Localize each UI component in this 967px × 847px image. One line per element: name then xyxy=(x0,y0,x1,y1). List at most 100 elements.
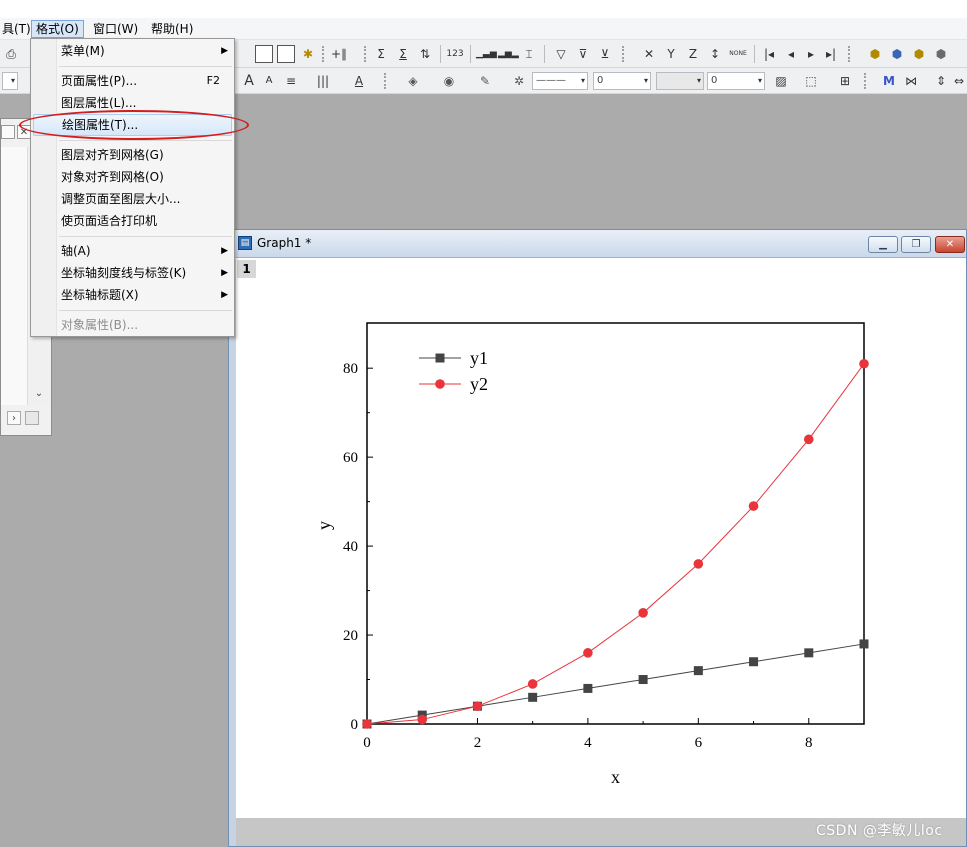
series-line-y1 xyxy=(366,643,865,725)
close-button[interactable]: ✕ xyxy=(935,236,965,253)
grid-icon[interactable]: ⊞ xyxy=(836,72,854,90)
color-dropdown[interactable]: ▾ xyxy=(656,72,704,90)
filter-clear-icon[interactable]: ⊽ xyxy=(574,45,592,63)
merge-icon[interactable]: M xyxy=(880,72,898,90)
toolbar-grip[interactable] xyxy=(322,46,328,62)
data-point-y2 xyxy=(859,358,869,369)
menu-separator xyxy=(59,66,232,67)
data-point-y2 xyxy=(638,608,648,618)
chevron-down-icon[interactable]: ⌄ xyxy=(32,387,46,401)
menu-item-label: 页面属性(P)... xyxy=(61,74,138,88)
hatch-icon[interactable]: ▨ xyxy=(772,72,790,90)
worksheet-icon[interactable] xyxy=(255,45,273,63)
filter-options-icon[interactable]: ⊻ xyxy=(596,45,614,63)
menu-item-object-properties: 对象属性(B)... xyxy=(33,314,232,336)
graph-title-bar[interactable]: ▤ Graph1 * ▁ ❐ ✕ xyxy=(229,230,966,258)
prev-page-icon[interactable]: ◂ xyxy=(782,45,800,63)
align-icon[interactable]: ≡ xyxy=(282,72,300,90)
graph-window-title: Graph1 * xyxy=(257,236,312,250)
font-dropdown[interactable]: ▾ xyxy=(2,72,18,90)
toolbar-grip[interactable] xyxy=(864,73,870,89)
add-layer-icon[interactable]: +∥ xyxy=(330,45,348,63)
fill-color-icon[interactable]: ◈ xyxy=(404,72,422,90)
set-z-icon[interactable]: Z xyxy=(684,45,702,63)
menu-item-label: 图层属性(L)... xyxy=(61,96,137,110)
toolbar-separator xyxy=(440,45,441,63)
app-tool-icon[interactable]: ⬢ xyxy=(910,45,928,63)
line-style-dropdown[interactable]: ——— ▾ xyxy=(532,72,588,90)
font-color-icon[interactable]: A xyxy=(350,72,368,90)
menu-item-label: 调整页面至图层大小... xyxy=(61,192,181,206)
menu-item-axis-ticks-labels[interactable]: 坐标轴刻度线与标签(K) ▶ xyxy=(33,262,232,284)
chevron-right-icon[interactable]: › xyxy=(7,411,21,425)
settings-gear-icon[interactable]: ✱ xyxy=(299,45,317,63)
x-tick-label: 6 xyxy=(695,735,703,751)
panel-toggle-button[interactable] xyxy=(1,125,15,139)
toolbar-separator xyxy=(754,45,755,63)
toolbar-grip[interactable] xyxy=(364,46,370,62)
sum-icon[interactable]: Σ xyxy=(372,45,390,63)
app-tool-icon[interactable]: ⬢ xyxy=(888,45,906,63)
menu-tools[interactable]: 具(T) xyxy=(0,20,35,38)
menu-item-fit-page-to-printer[interactable]: 使页面适合打印机 xyxy=(33,210,232,232)
line-color-icon[interactable]: ✎ xyxy=(476,72,494,90)
bar-chart-icon[interactable]: ▁▃▅ xyxy=(476,45,497,63)
menu-item-menu[interactable]: 菜单(M) ▶ xyxy=(33,40,232,62)
x-tick-label: 8 xyxy=(805,735,813,751)
next-page-icon[interactable]: ▸ xyxy=(802,45,820,63)
pattern-width-dropdown[interactable]: 0 ▾ xyxy=(707,72,765,90)
plot-area[interactable]: 0 2 4 6 8 0 20 40 60 80 x y y1 y2 xyxy=(306,310,886,790)
split-icon[interactable]: ⋈ xyxy=(902,72,920,90)
app-tool-icon[interactable]: ⬢ xyxy=(866,45,884,63)
layer-number-badge[interactable]: 1 xyxy=(237,260,256,278)
pattern-icon[interactable]: ◉ xyxy=(440,72,458,90)
column-chart-icon[interactable]: ▂▅▂ xyxy=(498,45,519,63)
set-column-values-icon[interactable]: 123 xyxy=(446,45,464,63)
x-axis-label: x xyxy=(611,767,620,787)
data-point-y2 xyxy=(527,679,538,689)
toolbar-grip[interactable] xyxy=(384,73,390,89)
menu-window[interactable]: 窗口(W) xyxy=(89,20,142,38)
menu-help[interactable]: 帮助(H) xyxy=(147,20,197,38)
set-y-icon[interactable]: Y xyxy=(662,45,680,63)
app-tool-icon[interactable]: ⬢ xyxy=(932,45,950,63)
vertical-align-icon[interactable]: ⇕ xyxy=(932,72,950,90)
menu-format[interactable]: 格式(O) xyxy=(31,20,84,38)
menu-item-object-snap-grid[interactable]: 对象对齐到网格(O) xyxy=(33,166,232,188)
menu-item-page-properties[interactable]: 页面属性(P)... F2 xyxy=(33,70,232,92)
menu-item-layer-snap-grid[interactable]: 图层对齐到网格(G) xyxy=(33,144,232,166)
sort-icon[interactable]: ⇅ xyxy=(416,45,434,63)
restore-button[interactable]: ❐ xyxy=(901,236,931,253)
toolbar-grip[interactable] xyxy=(622,46,628,62)
set-error-icon[interactable]: ↕ xyxy=(706,45,724,63)
toolbar-grip[interactable] xyxy=(848,46,854,62)
filter-icon[interactable]: ▽ xyxy=(552,45,570,63)
symbol-icon[interactable]: ✲ xyxy=(510,72,528,90)
first-page-icon[interactable]: |◂ xyxy=(760,45,778,63)
data-point-y2 xyxy=(803,434,814,445)
minimize-button[interactable]: ▁ xyxy=(868,236,898,253)
statistics-icon[interactable]: Σ xyxy=(394,45,412,63)
increase-font-icon[interactable]: A xyxy=(240,72,258,90)
line-width-dropdown[interactable]: 0 ▾ xyxy=(593,72,651,90)
y-tick-label: 40 xyxy=(343,539,358,555)
print-icon[interactable]: ⎙ xyxy=(2,45,20,63)
set-none-icon[interactable]: NONE xyxy=(726,45,750,63)
last-page-icon[interactable]: ▸| xyxy=(822,45,840,63)
graph-window-icon: ▤ xyxy=(238,236,252,250)
menu-separator xyxy=(59,140,232,141)
column-align-icon[interactable]: ||| xyxy=(314,72,332,90)
notes-icon[interactable] xyxy=(277,45,295,63)
menu-item-fit-page-to-layers[interactable]: 调整页面至图层大小... xyxy=(33,188,232,210)
highlight-annotation-ellipse xyxy=(19,110,249,140)
border-icon[interactable]: ⬚ xyxy=(802,72,820,90)
set-x-icon[interactable]: ✕ xyxy=(640,45,658,63)
menu-item-axis-titles[interactable]: 坐标轴标题(X) ▶ xyxy=(33,284,232,306)
data-point-y1 xyxy=(804,648,814,658)
panel-resize-grip[interactable] xyxy=(25,411,39,425)
menu-item-label: 坐标轴标题(X) xyxy=(61,288,139,302)
box-chart-icon[interactable]: ⌶ xyxy=(520,45,538,63)
menu-item-axis[interactable]: 轴(A) ▶ xyxy=(33,240,232,262)
decrease-font-icon[interactable]: A xyxy=(260,72,278,90)
horizontal-align-icon[interactable]: ⇔ xyxy=(950,72,967,90)
